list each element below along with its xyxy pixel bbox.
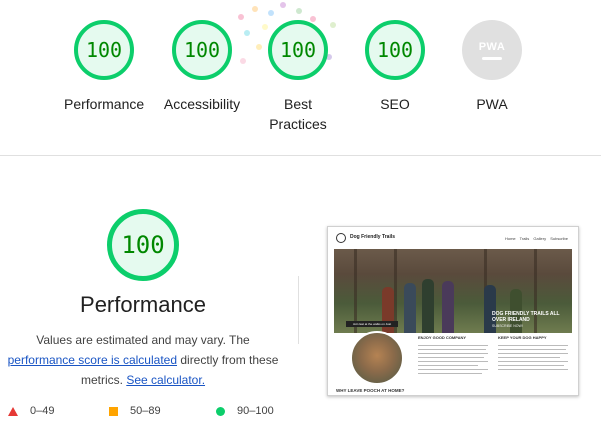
performance-score-gauge: 100 — [107, 209, 179, 281]
gauge-label: Accessibility — [163, 96, 241, 112]
text-line — [498, 345, 568, 346]
confetti-dot — [268, 10, 274, 16]
text-line — [418, 345, 488, 346]
text-line — [418, 373, 482, 374]
gauge-label: Best Practices — [269, 96, 327, 132]
average-square-icon — [109, 406, 118, 416]
hero-title: DOG FRIENDLY TRAILS ALL OVER IRELAND — [492, 311, 560, 323]
legend-range: 50–89 — [130, 405, 161, 417]
hero-subtitle: SUBSCRIBE NOW! — [492, 324, 523, 328]
gauge-accessibility[interactable]: 100 Accessibility — [162, 20, 242, 114]
fail-triangle-icon — [8, 406, 18, 416]
text-line — [418, 369, 488, 370]
confetti-dot — [244, 30, 250, 36]
score-ring: 100 — [74, 20, 134, 80]
gauge-label: SEO — [380, 96, 410, 112]
dog-photo-circle — [350, 331, 404, 385]
confetti-dot — [252, 6, 258, 12]
score-ring: 100 — [172, 20, 232, 80]
text-line — [498, 357, 560, 358]
site-nav-links: Home Trails Gallery Subscribe — [504, 236, 568, 241]
performance-description: Values are estimated and may vary. The p… — [0, 330, 286, 390]
confetti-dot — [280, 2, 286, 8]
hiker-shape — [442, 281, 454, 333]
text-line — [418, 349, 486, 350]
site-logo-icon — [336, 233, 346, 243]
score-ring: 100 — [365, 20, 425, 80]
desc-text: Values are estimated and may vary. The — [36, 333, 250, 347]
performance-title: Performance — [80, 292, 206, 317]
section-divider — [0, 155, 601, 156]
vertical-divider — [298, 276, 299, 344]
score-ring: 100 — [268, 20, 328, 80]
legend-range: 0–49 — [30, 405, 55, 417]
site-brand: Dog Friendly Trails — [350, 234, 396, 240]
hiker-shape — [404, 283, 416, 333]
gauge-pwa[interactable]: PWA PWA — [452, 20, 532, 114]
text-line — [498, 353, 568, 354]
pwa-badge-text: PWA — [478, 40, 506, 53]
see-calculator-link[interactable]: See calculator. — [126, 373, 205, 387]
scores-summary: 100 Performance 100 Accessibility 100 Be… — [0, 0, 601, 156]
text-line — [498, 365, 564, 366]
text-line — [418, 361, 488, 362]
legend-average: 50–89 — [109, 405, 161, 417]
pwa-badge-icon: PWA — [462, 20, 522, 80]
gauge-seo[interactable]: 100 SEO — [355, 20, 435, 114]
pass-circle-icon — [216, 406, 225, 416]
score-calculated-link[interactable]: performance score is calculated — [8, 353, 177, 367]
gauge-label: PWA — [476, 96, 508, 112]
text-line — [418, 353, 488, 354]
site-footer-heading: WHY LEAVE POOCH AT HOME? — [336, 388, 405, 393]
legend-fail: 0–49 — [8, 405, 54, 417]
text-line — [418, 357, 484, 358]
legend-pass: 90–100 — [216, 405, 274, 417]
confetti-dot — [296, 8, 302, 14]
pwa-dash — [482, 56, 502, 60]
text-line — [498, 369, 568, 370]
column-heading: KEEP YOUR DOG HAPPY — [498, 335, 547, 340]
hiker-shape — [422, 279, 434, 333]
hero-caption: Join last at the walks on Just — [346, 321, 398, 327]
gauge-label: Performance — [64, 96, 145, 112]
hero-heading: DOG FRIENDLY TRAILS ALL OVER IRELAND SUB… — [492, 311, 568, 329]
text-line — [498, 349, 566, 350]
text-line — [498, 361, 568, 362]
final-screenshot-thumbnail[interactable]: Dog Friendly Trails Home Trails Gallery … — [327, 226, 579, 396]
site-navbar: Dog Friendly Trails Home Trails Gallery … — [328, 227, 578, 249]
gauge-best-practices[interactable]: 100 Best Practices — [258, 20, 338, 134]
text-line — [418, 365, 478, 366]
legend-range: 90–100 — [237, 405, 274, 417]
gauge-performance[interactable]: 100 Performance — [64, 20, 144, 114]
column-heading: ENJOY GOOD COMPANY — [418, 335, 467, 340]
